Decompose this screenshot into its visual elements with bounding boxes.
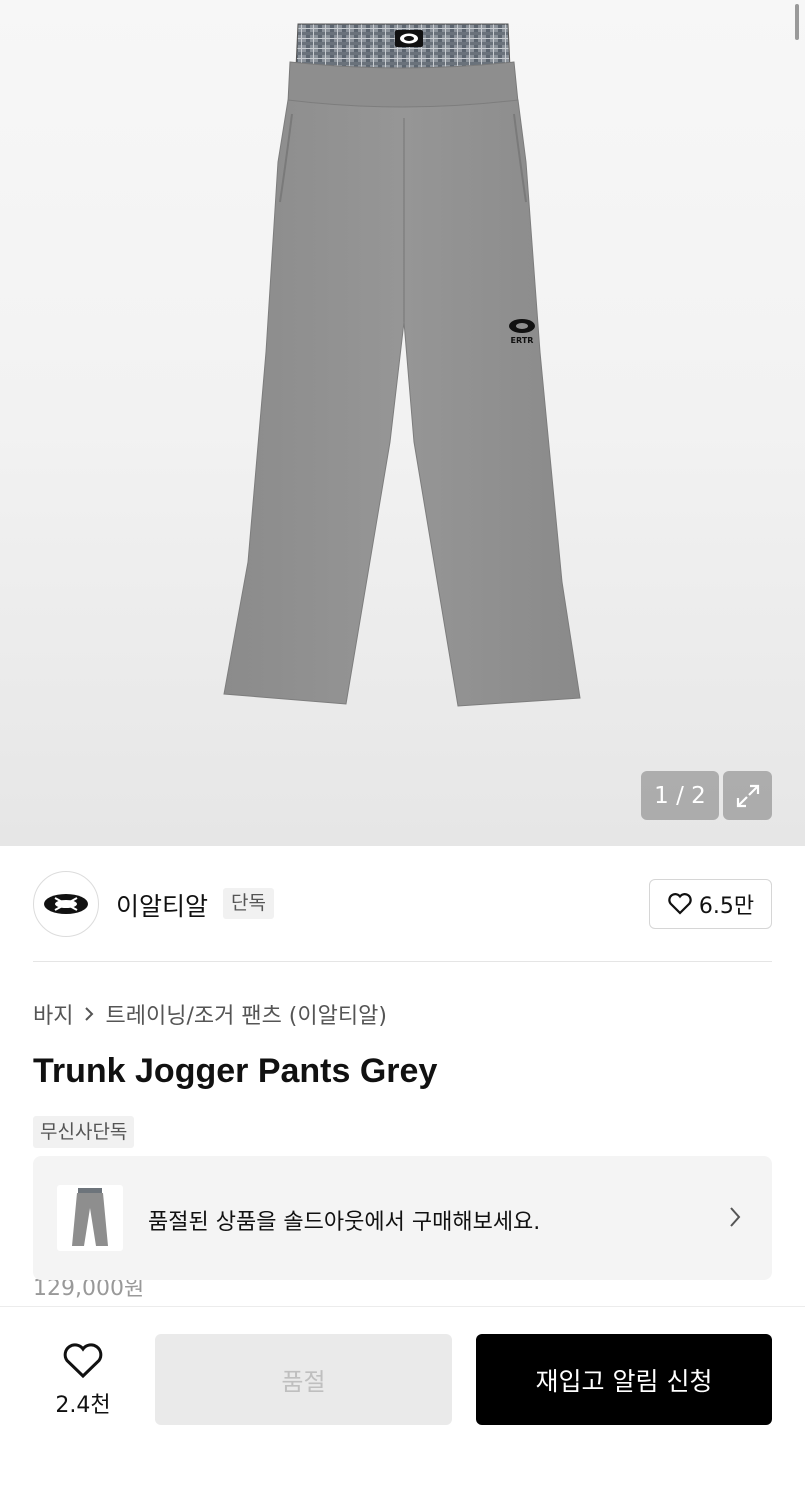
chevron-right-icon [730,1207,741,1227]
bottom-action-bar: 2.4천 품절 재입고 알림 신청 [0,1307,805,1500]
brand-logo[interactable] [33,871,99,937]
scrollbar[interactable] [795,4,799,40]
brand-like-count: 6.5만 [698,894,755,919]
svg-text:ERTR: ERTR [511,336,534,345]
brand-name[interactable]: 이알티알 [116,887,208,923]
product-image: ERTR [223,23,581,707]
brand-like-button[interactable]: 6.5만 [649,879,772,929]
brand-row: 이알티알 단독 6.5만 [33,871,772,937]
breadcrumb: 바지 트레이닝/조거 팬츠 (이알티알) [33,998,387,1030]
exclusive-tag: 단독 [223,888,274,919]
heart-icon [63,1343,103,1379]
breadcrumb-subcategory[interactable]: 트레이닝/조거 팬츠 (이알티알) [105,998,386,1030]
expand-button[interactable] [723,771,772,820]
restock-alert-button[interactable]: 재입고 알림 신청 [476,1334,772,1425]
soldout-promo-card[interactable]: 품절된 상품을 솔드아웃에서 구매해보세요. [33,1156,772,1280]
wishlist-button[interactable]: 2.4천 [40,1341,126,1419]
ertr-logo-icon [44,894,88,914]
exclusive-badge: 무신사단독 [33,1116,135,1148]
divider [33,961,772,962]
expand-icon [736,784,759,807]
product-title: Trunk Jogger Pants Grey [33,1052,438,1090]
heart-icon [668,893,692,915]
product-image-gallery[interactable]: ERTR 1 / 2 [0,0,805,846]
soldout-promo-text: 품절된 상품을 솔드아웃에서 구매해보세요. [148,1210,541,1235]
pants-thumbnail-icon [72,1188,108,1246]
wishlist-count: 2.4천 [55,1393,111,1418]
image-counter: 1 / 2 [641,771,719,820]
soldout-button[interactable]: 품절 [155,1334,452,1425]
card-thumbnail [57,1185,123,1251]
breadcrumb-category[interactable]: 바지 [33,998,73,1030]
chevron-right-icon [85,1007,94,1021]
